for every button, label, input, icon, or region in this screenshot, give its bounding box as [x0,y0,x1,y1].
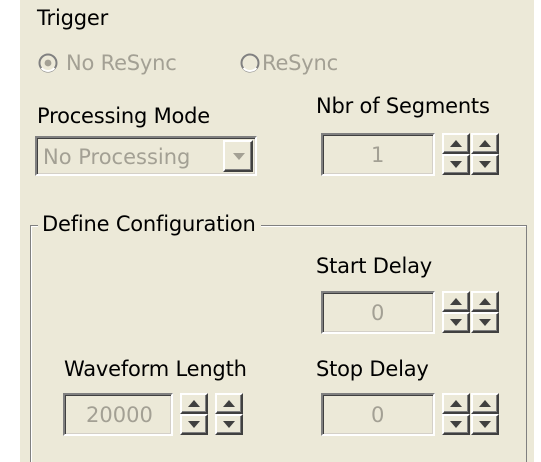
spin-down-arrow-icon [450,161,462,168]
start-delay-spin-b-up[interactable] [471,291,499,312]
segments-spin-a[interactable] [442,133,470,175]
spin-up-arrow-icon [450,140,462,147]
start-delay-spin-a-up[interactable] [442,291,470,312]
radio-resync[interactable] [240,53,260,73]
processing-mode-value: No Processing [43,145,191,169]
start-delay-spin-a-down[interactable] [442,312,470,333]
segments-label: Nbr of Segments [316,94,490,118]
waveform-length-field[interactable]: 20000 [63,393,173,436]
start-delay-value: 0 [371,301,385,325]
spin-up-arrow-icon [188,400,200,407]
trigger-label: Trigger [37,6,109,30]
start-delay-spin-a[interactable] [442,291,470,333]
start-delay-label: Start Delay [316,254,432,278]
spin-up-arrow-icon [479,140,491,147]
spin-up-arrow-icon [479,400,491,407]
stop-delay-spin-b[interactable] [471,393,499,435]
radio-no-resync[interactable] [38,53,58,73]
stop-delay-spin-a[interactable] [442,393,470,435]
start-delay-field[interactable]: 0 [321,291,435,334]
segments-value: 1 [371,143,385,167]
waveform-length-spin-b-down[interactable] [215,414,243,435]
spin-down-arrow-icon [450,319,462,326]
waveform-length-spin-b-up[interactable] [215,393,243,414]
dropdown-arrow-icon [233,153,245,160]
stop-delay-value: 0 [371,403,385,427]
radio-resync-label: ReSync [262,51,338,75]
spin-up-arrow-icon [223,400,235,407]
segments-spin-a-down[interactable] [442,154,470,175]
spin-down-arrow-icon [450,421,462,428]
stop-delay-spin-b-up[interactable] [471,393,499,414]
segments-spin-b-down[interactable] [471,154,499,175]
segments-field[interactable]: 1 [321,133,435,176]
processing-mode-select[interactable]: No Processing [35,136,257,176]
stop-delay-spin-a-up[interactable] [442,393,470,414]
spin-up-arrow-icon [479,298,491,305]
radio-unselected-icon [240,53,260,73]
spin-down-arrow-icon [223,421,235,428]
spin-up-arrow-icon [450,400,462,407]
waveform-length-value: 20000 [86,403,153,427]
stop-delay-spin-a-down[interactable] [442,414,470,435]
spin-down-arrow-icon [479,319,491,326]
spin-down-arrow-icon [188,421,200,428]
processing-mode-label: Processing Mode [37,104,211,128]
radio-selected-icon [38,53,58,73]
radio-no-resync-label: No ReSync [66,51,177,75]
stop-delay-spin-b-down[interactable] [471,414,499,435]
segments-spin-b[interactable] [471,133,499,175]
processing-mode-dropdown-button[interactable] [223,140,253,172]
waveform-length-label: Waveform Length [64,357,247,381]
waveform-length-spin-b[interactable] [215,393,243,435]
waveform-length-spin-a-down[interactable] [180,414,208,435]
stop-delay-field[interactable]: 0 [321,393,435,436]
waveform-length-spin-a-up[interactable] [180,393,208,414]
define-configuration-label: Define Configuration [38,212,261,236]
stop-delay-label: Stop Delay [316,357,429,381]
start-delay-spin-b[interactable] [471,291,499,333]
segments-spin-b-up[interactable] [471,133,499,154]
spin-down-arrow-icon [479,421,491,428]
segments-spin-a-up[interactable] [442,133,470,154]
waveform-length-spin-a[interactable] [180,393,208,435]
spin-down-arrow-icon [479,161,491,168]
acquisition-settings-panel: Trigger No ReSync ReSync Processing Mode… [0,0,541,462]
start-delay-spin-b-down[interactable] [471,312,499,333]
spin-up-arrow-icon [450,298,462,305]
